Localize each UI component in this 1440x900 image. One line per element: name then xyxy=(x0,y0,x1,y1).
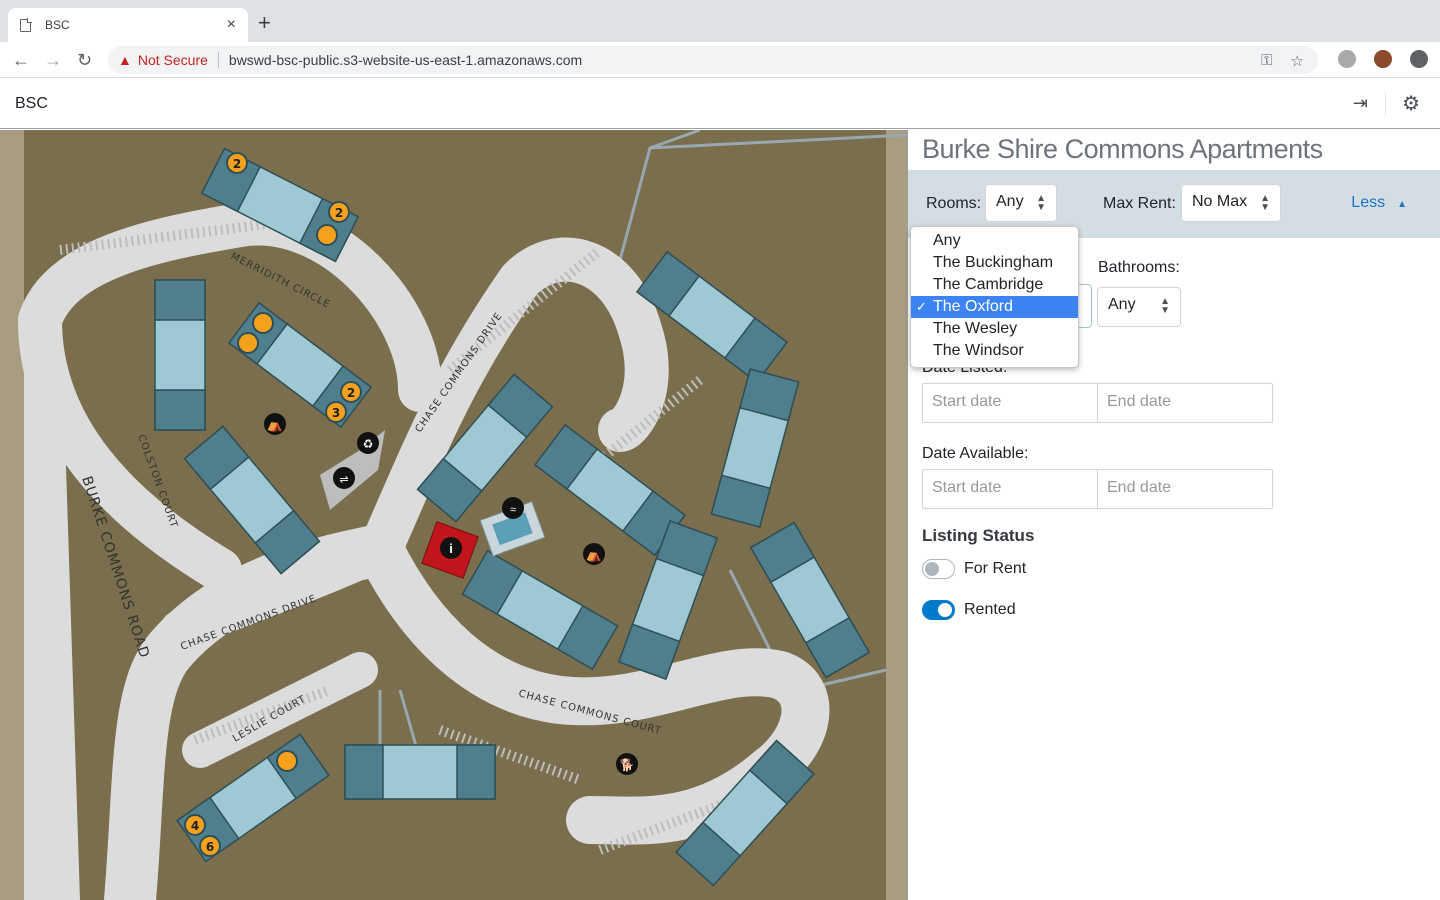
page-title: Burke Shire Commons Apartments xyxy=(922,134,1323,164)
svg-text:≈: ≈ xyxy=(510,504,516,516)
rented-toggle[interactable] xyxy=(922,600,955,620)
floorplan-select[interactable] xyxy=(1078,284,1092,328)
map-marker-2: 2 xyxy=(335,206,343,220)
date-available-start-input[interactable]: Start date xyxy=(923,470,1097,508)
logout-icon[interactable]: ⇥ xyxy=(1353,93,1368,114)
map-marker-1: 2 xyxy=(233,157,241,171)
app-header: BSC ⇥ ⚙ xyxy=(0,79,1440,129)
dropdown-option[interactable]: The Cambridge xyxy=(911,274,1078,296)
map-marker-6: 6 xyxy=(206,840,214,854)
dropdown-option[interactable]: The Windsor xyxy=(911,340,1078,362)
for-rent-toggle[interactable] xyxy=(922,559,955,579)
forward-icon[interactable]: → xyxy=(44,48,62,72)
site-map[interactable]: ⛺ ♻ ⇌ i ≈ ⛺ 🐕 2 2 2 3 4 6 MERRIDITH CIRC… xyxy=(0,130,907,900)
bathrooms-label: Bathrooms: xyxy=(1098,259,1180,276)
url-separator xyxy=(217,52,219,68)
map-marker-4: 3 xyxy=(332,406,340,420)
browser-toolbar: ← → ↻ ▲ Not Secure bwswd-bsc-public.s3-w… xyxy=(0,42,1440,78)
gear-icon[interactable]: ⚙ xyxy=(1402,91,1420,116)
for-rent-label[interactable]: For Rent xyxy=(964,560,1026,578)
less-label: Less xyxy=(1351,194,1386,211)
extension-icon[interactable] xyxy=(1338,50,1356,68)
rooms-select[interactable]: Any ▲ ▼ xyxy=(985,184,1057,222)
date-available-label: Date Available: xyxy=(922,445,1029,462)
map-marker-3: 2 xyxy=(347,386,355,400)
floorplan-dropdown-menu[interactable]: Any The Buckingham The Cambridge ✓ The Oxfor… xyxy=(910,226,1079,368)
dropdown-option-label: The Windsor xyxy=(933,342,1024,359)
back-icon[interactable]: ← xyxy=(12,48,30,72)
checkmark-icon: ✓ xyxy=(916,299,927,314)
dropdown-option-label: The Wesley xyxy=(933,320,1018,337)
svg-text:♻: ♻ xyxy=(363,437,374,451)
rooms-select-value: Any xyxy=(996,193,1024,210)
dropdown-option[interactable]: ✓ The Oxford xyxy=(911,296,1078,318)
dropdown-option-label: The Buckingham xyxy=(933,254,1054,271)
date-listed-end-input[interactable]: End date xyxy=(1097,384,1272,422)
select-arrows-icon: ▲ ▼ xyxy=(1160,296,1170,316)
tab-title: BSC xyxy=(45,18,70,32)
new-tab-button[interactable]: + xyxy=(258,12,271,34)
max-rent-select-value: No Max xyxy=(1192,193,1248,210)
dropdown-option[interactable]: The Buckingham xyxy=(911,252,1078,274)
dropdown-option-label: The Cambridge xyxy=(933,276,1044,293)
dropdown-option[interactable]: The Wesley xyxy=(911,318,1078,340)
svg-text:⛺: ⛺ xyxy=(267,417,283,432)
browser-tab[interactable]: BSC × xyxy=(8,8,248,42)
profile-avatar[interactable] xyxy=(1374,50,1392,68)
select-arrows-icon: ▲ ▼ xyxy=(1036,193,1046,213)
address-bar[interactable]: ▲ Not Secure bwswd-bsc-public.s3-website… xyxy=(108,46,1318,74)
date-listed-range: Start date End date xyxy=(922,383,1273,423)
header-divider xyxy=(1385,93,1386,115)
svg-text:🐕: 🐕 xyxy=(620,758,635,772)
map-marker-5: 4 xyxy=(191,819,199,833)
reload-icon[interactable]: ↻ xyxy=(77,48,92,72)
security-label[interactable]: Not Secure xyxy=(138,52,208,68)
toggle-knob xyxy=(925,562,939,576)
bookmark-star-icon[interactable]: ☆ xyxy=(1291,52,1304,70)
warning-icon: ▲ xyxy=(118,52,132,68)
max-rent-select[interactable]: No Max ▲ ▼ xyxy=(1181,184,1281,222)
toggle-knob xyxy=(938,603,952,617)
date-listed-start-input[interactable]: Start date xyxy=(923,384,1097,422)
close-tab-icon[interactable]: × xyxy=(227,16,236,34)
site-map-drawing[interactable]: ⛺ ♻ ⇌ i ≈ ⛺ 🐕 2 2 2 3 4 6 MERRIDITH CIRC… xyxy=(0,130,907,900)
rented-label[interactable]: Rented xyxy=(964,601,1016,619)
select-arrows-icon: ▲ ▼ xyxy=(1260,193,1270,213)
max-rent-label: Max Rent: xyxy=(1103,195,1176,212)
caret-up-icon: ▲ xyxy=(1397,199,1407,210)
dropdown-option[interactable]: Any xyxy=(911,230,1078,252)
listing-status-title: Listing Status xyxy=(922,526,1035,545)
rooms-label: Rooms: xyxy=(926,195,982,212)
update-icon[interactable] xyxy=(1410,50,1428,68)
bathrooms-select[interactable]: Any ▲ ▼ xyxy=(1097,287,1181,327)
svg-text:⇌: ⇌ xyxy=(339,474,348,486)
bathrooms-select-value: Any xyxy=(1108,296,1136,313)
date-available-range: Start date End date xyxy=(922,469,1273,509)
dropdown-option-label: The Oxford xyxy=(933,298,1014,315)
key-icon[interactable]: ⚿ xyxy=(1261,52,1272,70)
app-brand[interactable]: BSC xyxy=(15,95,48,113)
svg-text:⛺: ⛺ xyxy=(586,547,602,562)
date-available-end-input[interactable]: End date xyxy=(1097,470,1272,508)
less-toggle-link[interactable]: Less ▲ xyxy=(1351,194,1407,212)
browser-tabstrip: BSC × + xyxy=(0,0,1440,42)
url-text[interactable]: bwswd-bsc-public.s3-website-us-east-1.am… xyxy=(229,52,582,68)
svg-text:i: i xyxy=(449,541,453,556)
document-icon xyxy=(20,17,32,32)
dropdown-option-label: Any xyxy=(933,232,961,249)
